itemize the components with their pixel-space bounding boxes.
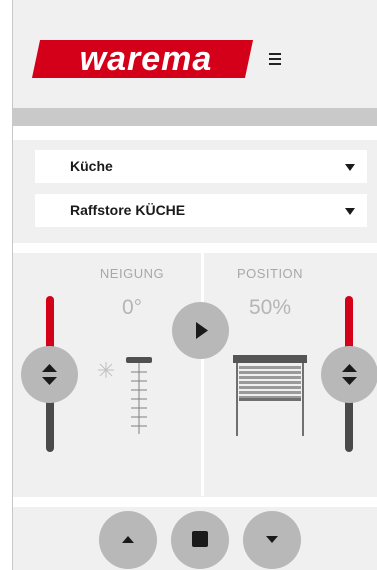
logo-text: warema <box>79 40 213 78</box>
tilt-title: NEIGUNG <box>99 266 165 281</box>
tilt-slider-handle[interactable] <box>21 346 78 403</box>
hamburger-menu-icon[interactable] <box>268 48 288 68</box>
app-frame: warema Küche Raffstore KÜCHE NEIGUNG 0° <box>12 0 377 570</box>
position-title: POSITION <box>236 266 304 281</box>
stop-icon <box>192 531 208 547</box>
header: warema <box>13 0 377 108</box>
blind-position-icon <box>233 355 307 436</box>
up-down-arrows-icon <box>342 364 357 385</box>
device-select-label: Raffstore KÜCHE <box>70 202 186 218</box>
room-select[interactable]: Küche <box>35 150 367 183</box>
position-value: 50% <box>248 296 292 319</box>
stop-button[interactable] <box>171 511 229 569</box>
bottom-divider <box>13 497 377 507</box>
move-up-button[interactable] <box>99 511 157 569</box>
move-down-button[interactable] <box>243 511 301 569</box>
chevron-down-icon <box>345 208 355 215</box>
arrow-up-icon <box>122 536 134 543</box>
arrow-down-icon <box>266 536 278 543</box>
room-select-label: Küche <box>70 158 113 174</box>
slat-tilt-icon <box>98 357 152 434</box>
up-down-arrows-icon <box>42 364 57 385</box>
tilt-value: 0° <box>121 296 143 319</box>
device-select[interactable]: Raffstore KÜCHE <box>35 194 367 227</box>
header-divider <box>13 108 377 126</box>
panel-top-spacer <box>13 243 377 253</box>
position-slider-handle[interactable] <box>321 346 377 403</box>
chevron-down-icon <box>345 164 355 171</box>
